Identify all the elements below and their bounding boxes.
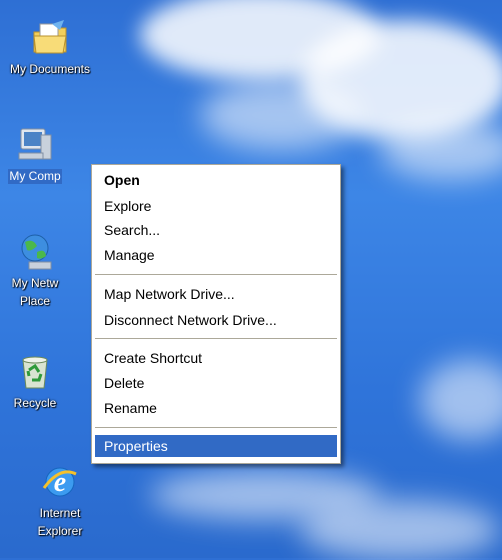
menu-item-create-shortcut[interactable]: Create Shortcut — [95, 347, 337, 369]
cloud — [200, 80, 360, 150]
desktop-icon-recycle-bin[interactable]: Recycle — [0, 352, 80, 412]
menu-item-explore[interactable]: Explore — [95, 195, 337, 217]
desktop-icon-label: My Documents — [9, 62, 91, 76]
desktop-icon-my-documents[interactable]: My Documents — [5, 18, 95, 78]
desktop-icon-network-places[interactable]: My Netw Place — [0, 232, 80, 310]
cloud — [300, 500, 500, 560]
menu-item-delete[interactable]: Delete — [95, 372, 337, 394]
menu-separator — [95, 338, 337, 339]
menu-item-manage[interactable]: Manage — [95, 244, 337, 266]
desktop-icon-internet-explorer[interactable]: e Internet Explorer — [15, 462, 105, 540]
desktop-icon-label: Place — [19, 294, 51, 308]
desktop-icon-label: My Netw — [11, 276, 59, 290]
menu-item-disconnect-network-drive[interactable]: Disconnect Network Drive... — [95, 309, 337, 331]
desktop-icon-label: Internet — [39, 506, 81, 520]
desktop-icon-label: Recycle — [13, 396, 57, 410]
network-places-icon — [15, 232, 55, 272]
recycle-bin-icon — [15, 352, 55, 392]
menu-item-properties[interactable]: Properties — [95, 435, 337, 457]
cloud — [380, 120, 502, 180]
menu-item-map-network-drive[interactable]: Map Network Drive... — [95, 283, 337, 305]
desktop-icon-label: My Comp — [8, 169, 62, 184]
cloud — [420, 360, 502, 440]
internet-explorer-icon: e — [40, 462, 80, 502]
my-computer-icon — [15, 125, 55, 165]
menu-item-rename[interactable]: Rename — [95, 397, 337, 419]
my-documents-icon — [30, 18, 70, 58]
desktop-icon-label: Explorer — [37, 524, 83, 538]
menu-item-search[interactable]: Search... — [95, 219, 337, 241]
menu-separator — [95, 274, 337, 275]
menu-item-open[interactable]: Open — [95, 169, 337, 191]
context-menu: Open Explore Search... Manage Map Networ… — [91, 164, 341, 464]
menu-separator — [95, 427, 337, 428]
desktop-icon-my-computer[interactable]: My Comp — [0, 125, 80, 185]
